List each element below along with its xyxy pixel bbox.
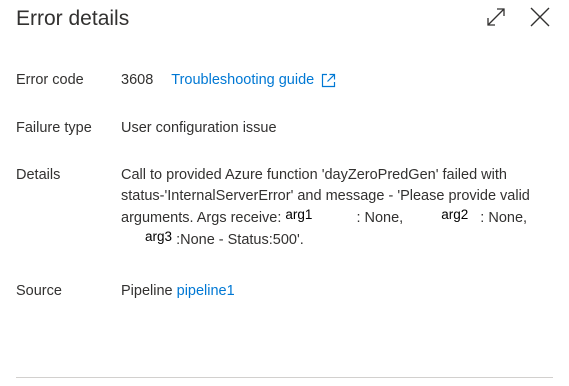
header-actions (483, 4, 553, 30)
error-details-panel: Error details Error code 3608 Troublesho… (0, 0, 569, 386)
error-code-value: 3608 (121, 72, 154, 88)
maximize-icon (487, 8, 505, 26)
details-message: Call to provided Azure function 'dayZero… (121, 165, 551, 251)
error-code-row: 3608 Troubleshooting guide (121, 69, 336, 91)
bottom-divider (16, 377, 553, 378)
panel-title: Error details (16, 7, 130, 30)
close-icon (530, 7, 550, 27)
details-text-part4: :None - Status:500'. (176, 232, 304, 248)
close-button[interactable] (527, 4, 553, 30)
maximize-button[interactable] (483, 4, 509, 30)
details-text-part1: Call to provided Azure function 'dayZero… (121, 167, 530, 226)
error-code-label: Error code (16, 72, 84, 88)
arg1-value: arg1 (285, 207, 313, 222)
troubleshooting-guide-link[interactable]: Troubleshooting guide (171, 69, 336, 91)
details-label: Details (16, 167, 61, 183)
details-text-part3: : None, (480, 210, 528, 226)
source-prefix: Pipeline (121, 283, 173, 299)
external-link-icon (322, 73, 336, 87)
arg3-value: arg3 (145, 229, 173, 244)
arg2-value: arg2 (441, 207, 469, 222)
source-label: Source (16, 283, 62, 299)
details-text-part2: : None, (356, 210, 404, 226)
failure-type-label: Failure type (16, 120, 92, 136)
failure-type-value: User configuration issue (121, 120, 277, 136)
troubleshooting-guide-label: Troubleshooting guide (171, 72, 315, 88)
source-value: Pipeline pipeline1 (121, 280, 235, 302)
pipeline-link[interactable]: pipeline1 (177, 283, 235, 299)
